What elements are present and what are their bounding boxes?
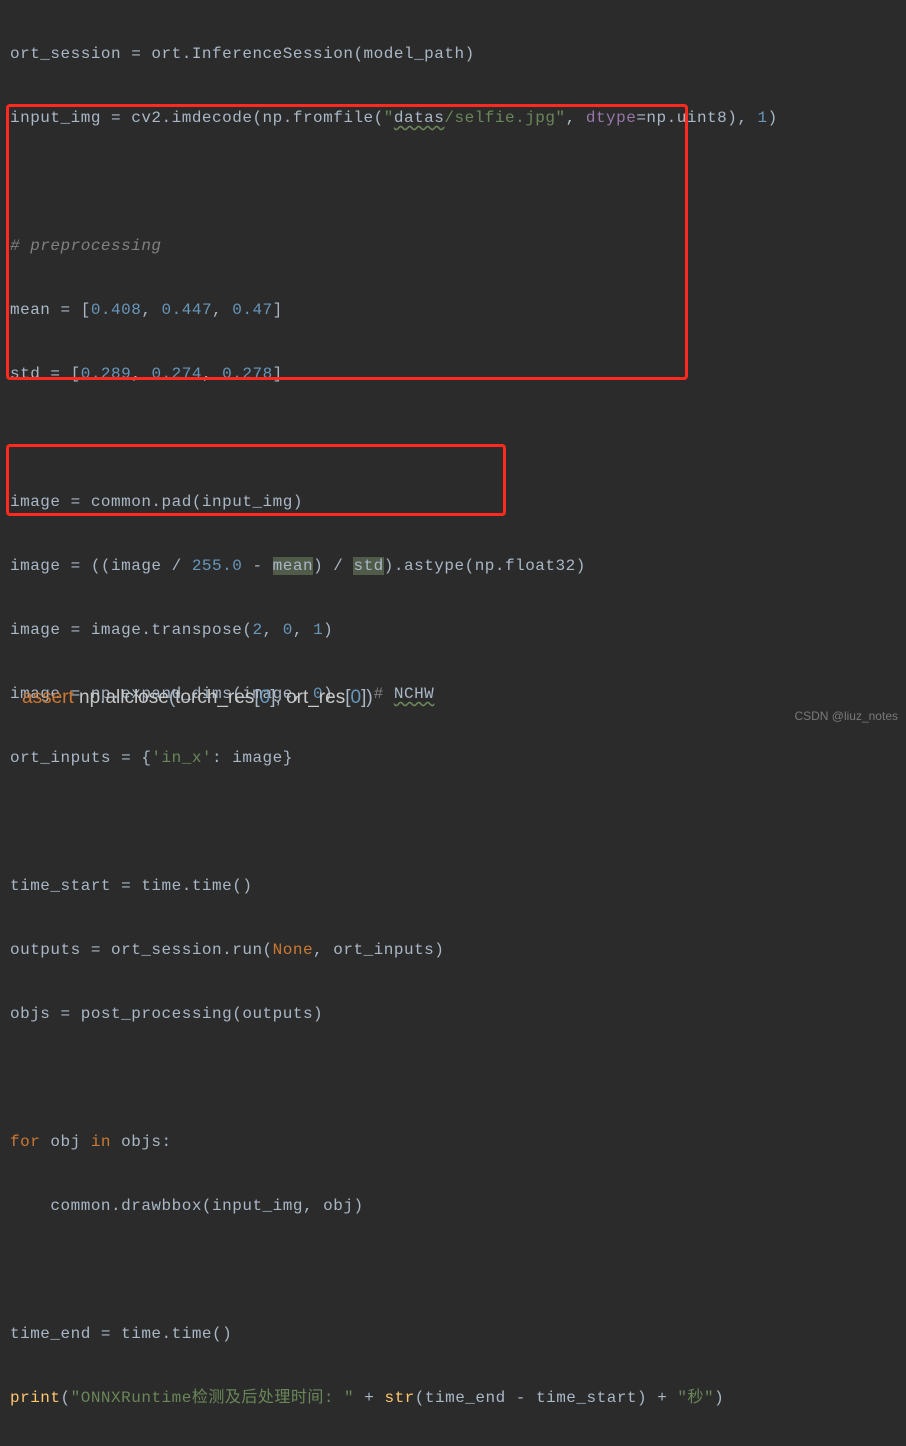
code-line: objs = post_processing(outputs) [10,998,896,1030]
bottom-code-line: assert np.allclose(torch_res[0], ort_res… [0,687,906,709]
code-line: input_img = cv2.imdecode(np.fromfile("da… [10,102,896,134]
comment: # preprocessing [10,237,162,255]
code-text: ort_session = ort.InferenceSession(model… [10,45,475,63]
code-line: mean = [0.408, 0.447, 0.47] [10,294,896,326]
code-line [10,1062,896,1094]
code-line [10,1254,896,1286]
code-line: image = common.pad(input_img) [10,486,896,518]
code-line: ort_inputs = {'in_x': image} [10,742,896,774]
code-line: ort_session = ort.InferenceSession(model… [10,38,896,70]
code-line: image = ((image / 255.0 - mean) / std).a… [10,550,896,582]
code-editor[interactable]: ort_session = ort.InferenceSession(model… [0,0,906,1446]
code-line: outputs = ort_session.run(None, ort_inpu… [10,934,896,966]
code-line: std = [0.289, 0.274, 0.278] [10,358,896,390]
code-line: print("ONNXRuntime检测及后处理时间: " + str(time… [10,1382,896,1414]
code-line: image = image.transpose(2, 0, 1) [10,614,896,646]
code-line [10,806,896,838]
watermark: CSDN @liuz_notes [794,709,898,723]
code-line: # preprocessing [10,230,896,262]
selected-word: mean [273,557,313,575]
code-line: for obj in objs: [10,1126,896,1158]
code-line: time_end = time.time() [10,1318,896,1350]
code-line [10,166,896,198]
code-line: common.drawbbox(input_img, obj) [10,1190,896,1222]
selected-word: std [353,557,383,575]
string-underlined: datas [394,109,445,127]
code-line [10,422,896,454]
code-line: time_start = time.time() [10,870,896,902]
